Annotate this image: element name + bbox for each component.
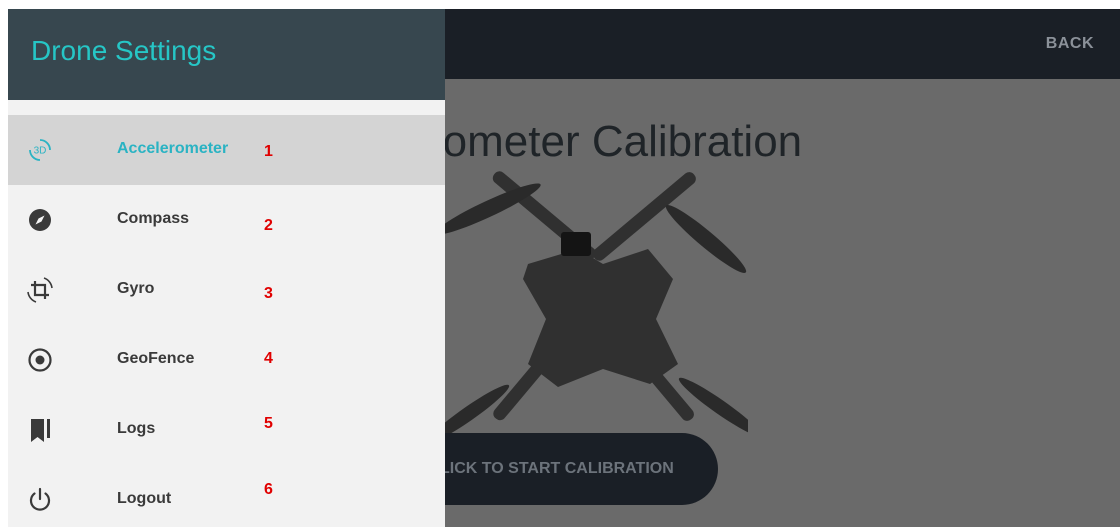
- start-calibration-button[interactable]: LICK TO START CALIBRATION: [408, 433, 718, 505]
- drone-image: [428, 171, 748, 439]
- accelerometer-3d-icon: 3D: [29, 139, 51, 161]
- menu-item-logs[interactable]: Logs 5: [8, 395, 445, 465]
- drawer-title: Drone Settings: [31, 35, 217, 66]
- navigation-drawer: Drone Settings 3D Accelerometer 1 Compas…: [8, 9, 445, 527]
- accelerometer-icon-text: 3D: [34, 146, 47, 157]
- menu-item-number: 2: [264, 217, 273, 234]
- menu-item-number: 3: [264, 285, 273, 302]
- menu-item-label: Compass: [117, 210, 190, 227]
- menu-item-number: 5: [264, 415, 273, 432]
- geofence-icon: [28, 348, 52, 372]
- menu-item-label: Accelerometer: [117, 140, 229, 157]
- menu-item-label: Logout: [117, 490, 172, 507]
- app-screen: BACK rometer Calibration LICK TO START C…: [8, 9, 1120, 527]
- back-button[interactable]: BACK: [1046, 35, 1094, 53]
- logs-icon: [31, 419, 50, 442]
- menu-item-number: 4: [264, 350, 273, 367]
- menu-item-gyro[interactable]: Gyro 3: [8, 255, 445, 325]
- menu-item-logout[interactable]: Logout 6: [8, 465, 445, 527]
- menu-item-label: GeoFence: [117, 350, 195, 367]
- menu-item-compass[interactable]: Compass 2: [8, 185, 445, 255]
- page-title: rometer Calibration: [428, 117, 803, 166]
- gyro-rotate-icon: [27, 277, 53, 303]
- compass-icon: [29, 209, 51, 231]
- menu-item-number: 1: [264, 143, 273, 160]
- menu-item-label: Gyro: [117, 280, 155, 297]
- logout-icon: [29, 487, 51, 511]
- menu-item-accelerometer[interactable]: 3D Accelerometer 1: [8, 115, 445, 185]
- menu-item-geofence[interactable]: GeoFence 4: [8, 325, 445, 395]
- menu-item-label: Logs: [117, 420, 156, 437]
- menu-item-number: 6: [264, 481, 273, 498]
